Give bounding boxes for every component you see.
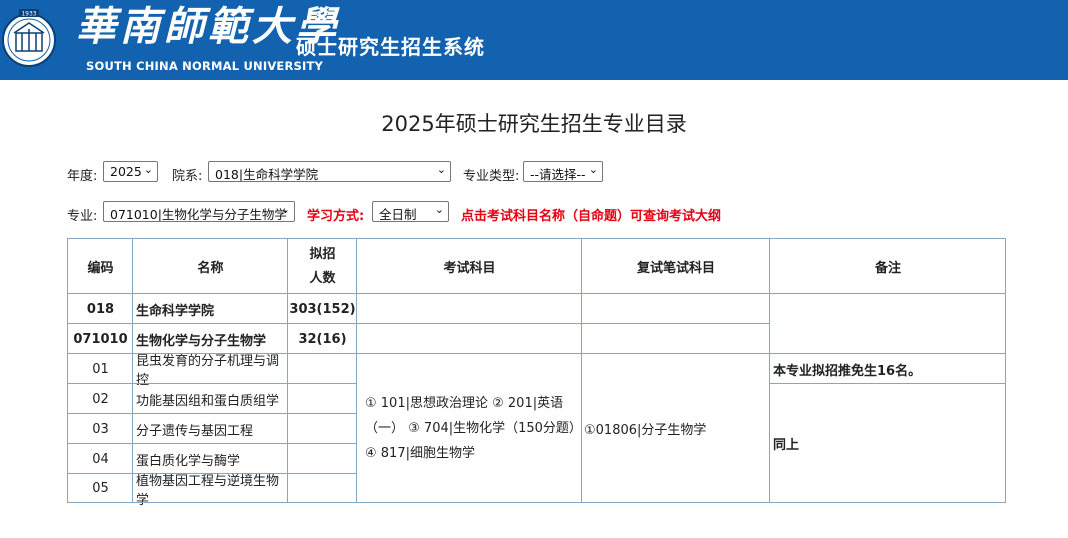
- header-quota-line1: 拟招: [309, 246, 336, 262]
- direction-name: 功能基因组和蛋白质组学: [132, 383, 288, 414]
- chevron-down-icon: ⌄: [436, 163, 446, 176]
- direction-quota: [287, 383, 357, 414]
- exam-subjects[interactable]: ① 101|思想政治理论 ② 201|英语 （一） ③ 704|生物化学（150…: [357, 391, 582, 466]
- major-retest-cell: [581, 323, 770, 354]
- year-label: 年度:: [67, 169, 98, 184]
- major-select[interactable]: 071010|生物化学与分子生物学 ⌄: [103, 201, 295, 222]
- mode-label: 学习方式:: [307, 209, 365, 224]
- remark-first: 本专业拟招推免生16名。: [769, 353, 1006, 384]
- college-name: 生命科学学院: [132, 293, 288, 324]
- header-banner: 1933 華南師範大學 硕士研究生招生系统 SOUTH CHINA NORMAL…: [0, 0, 1068, 80]
- header-retest: 复试笔试科目: [581, 238, 770, 294]
- exam-subjects-line: ① 101|思想政治理论 ② 201|英语: [365, 396, 564, 411]
- exam-outline-hint: 点击考试科目名称（自命题）可查询考试大纲: [461, 209, 722, 224]
- year-select-value: 2025: [110, 164, 142, 179]
- mode-select-value: 全日制: [379, 207, 417, 222]
- type-select-value: --请选择--: [530, 167, 586, 182]
- header-quota: 拟招 人数: [287, 238, 357, 294]
- year-select[interactable]: 2025 ⌄: [103, 161, 158, 182]
- direction-quota: [287, 473, 357, 503]
- direction-code: 02: [67, 383, 133, 414]
- exam-subjects-line: （一） ③ 704|生物化学（150分题）: [365, 421, 582, 436]
- dept-label: 院系:: [172, 169, 203, 184]
- header-remark: 备注: [769, 238, 1006, 294]
- mode-select[interactable]: 全日制 ⌄: [372, 201, 449, 222]
- table-right-border: [1005, 238, 1006, 503]
- exam-subjects-line: ④ 817|细胞生物学: [365, 446, 475, 461]
- college-quota: 303(152): [287, 293, 357, 324]
- major-quota: 32(16): [287, 323, 357, 354]
- dept-select-value: 018|生命科学学院: [215, 167, 319, 182]
- direction-name: 植物基因工程与逆境生物学: [132, 473, 288, 508]
- emblem-year: 1933: [21, 11, 36, 18]
- major-select-value: 071010|生物化学与分子生物学: [110, 207, 287, 222]
- chevron-down-icon: ⌄: [280, 203, 290, 216]
- college-exam-cell: [356, 293, 582, 324]
- chevron-down-icon: ⌄: [588, 163, 598, 176]
- header-exam: 考试科目: [356, 238, 582, 294]
- college-remark-cell: [769, 293, 1006, 354]
- major-exam-cell: [356, 323, 582, 354]
- direction-code: 03: [67, 413, 133, 444]
- major-code: 071010: [67, 323, 133, 354]
- retest-subject: ①01806|分子生物学: [584, 423, 707, 438]
- direction-quota: [287, 413, 357, 444]
- retest-subject-cell: ①01806|分子生物学: [581, 353, 770, 503]
- university-emblem-icon: 1933: [2, 9, 56, 67]
- university-name-en: SOUTH CHINA NORMAL UNIVERSITY: [86, 59, 324, 73]
- header-quota-line2: 人数: [309, 270, 336, 286]
- exam-subjects-cell: ① 101|思想政治理论 ② 201|英语 （一） ③ 704|生物化学（150…: [356, 353, 582, 503]
- direction-code: 04: [67, 443, 133, 474]
- remark-rest: 同上: [769, 383, 1006, 503]
- direction-name: 昆虫发育的分子机理与调控: [132, 353, 288, 388]
- header-code: 编码: [67, 238, 133, 294]
- college-retest-cell: [581, 293, 770, 324]
- system-title: 硕士研究生招生系统: [296, 35, 485, 59]
- chevron-down-icon: ⌄: [434, 203, 444, 216]
- type-label: 专业类型:: [463, 169, 520, 184]
- direction-name: 分子遗传与基因工程: [132, 413, 288, 444]
- college-code: 018: [67, 293, 133, 324]
- header-name: 名称: [132, 238, 288, 294]
- table-bottom-border: [67, 502, 1006, 503]
- direction-code: 05: [67, 473, 133, 503]
- page-title: 2025年硕士研究生招生专业目录: [381, 112, 687, 136]
- dept-select[interactable]: 018|生命科学学院 ⌄: [208, 161, 451, 182]
- direction-quota: [287, 353, 357, 384]
- major-label: 专业:: [67, 209, 98, 224]
- type-select[interactable]: --请选择-- ⌄: [523, 161, 603, 182]
- direction-code: 01: [67, 353, 133, 384]
- chevron-down-icon: ⌄: [143, 163, 153, 176]
- direction-quota: [287, 443, 357, 474]
